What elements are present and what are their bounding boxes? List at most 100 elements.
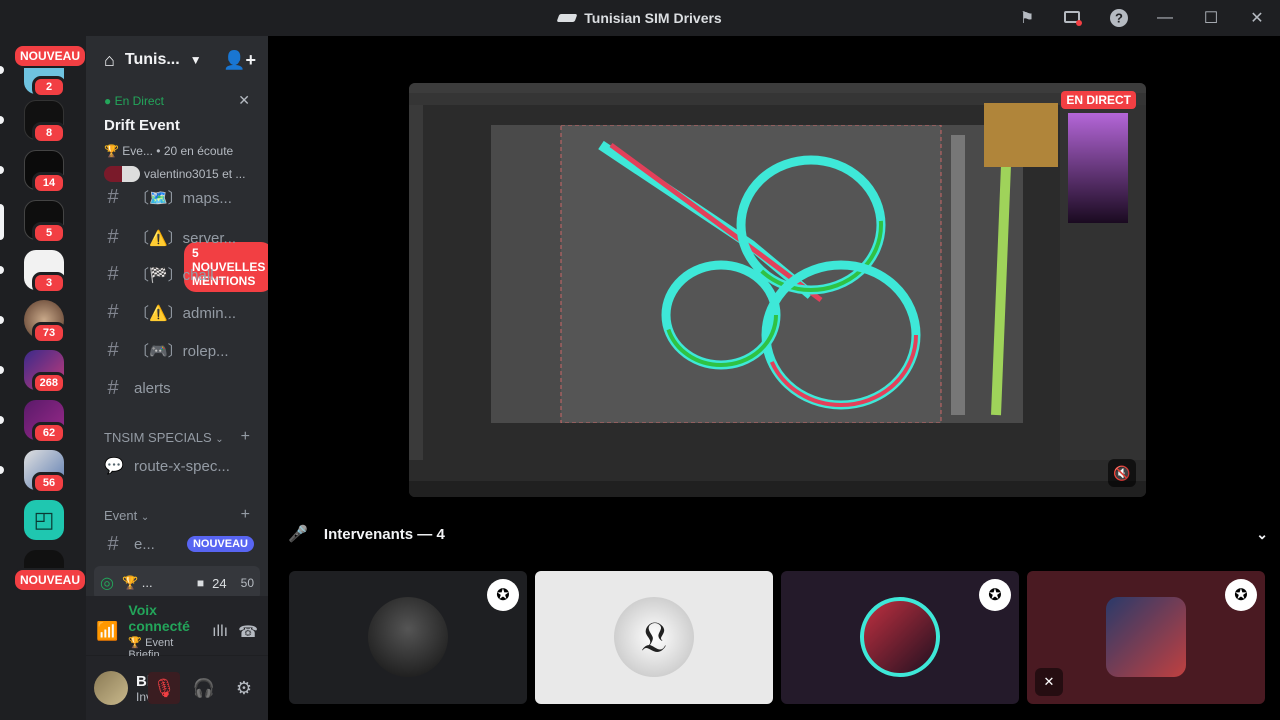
channel-label: route-x-spec... — [134, 457, 230, 475]
channel-alerts[interactable]: # alerts — [104, 372, 254, 404]
unread-indicator — [0, 416, 4, 424]
chevron-down-icon: ⌄ — [140, 511, 150, 523]
server-icon[interactable]: 8 — [24, 100, 66, 144]
channel-server[interactable]: # 〔⚠️〕server... — [104, 221, 254, 253]
unread-indicator — [0, 466, 4, 474]
mention-badge: 8 — [32, 122, 66, 144]
channel-event[interactable]: # e... NOUVEAU — [104, 528, 254, 560]
channel-label: 〔🏁〕chall... — [134, 266, 227, 284]
server-list: 2 NOUVEAU 8 14 5 3 73 268 62 56 ◰ NOUVEA… — [0, 36, 86, 720]
color-picker — [1068, 113, 1128, 223]
disconnect-icon[interactable]: ☎ — [238, 622, 258, 642]
server-icon[interactable]: 3 — [24, 250, 66, 294]
screen-share-icon[interactable] — [1050, 0, 1096, 36]
speaker-tile[interactable]: ✪ — [289, 571, 527, 704]
gear-icon[interactable]: ⚙ — [228, 672, 260, 704]
server-icon-active[interactable]: 5 — [24, 200, 66, 244]
channel-label: 〔🎮〕rolep... — [134, 342, 229, 360]
mention-badge: 56 — [32, 472, 66, 494]
mic-muted-icon[interactable]: 🎙 — [148, 672, 180, 704]
locked-hash-icon: # — [107, 376, 119, 399]
server-icon[interactable]: 73 — [24, 300, 66, 344]
voice-connection-panel: 📶 Voix connecté 🏆 Event Briefin... ıllı … — [86, 596, 268, 661]
listener-count: 50 — [240, 576, 254, 590]
stream-taskbar — [409, 481, 1146, 497]
server-icon[interactable]: 62 — [24, 400, 66, 444]
speaker-tile[interactable]: ✪ — [781, 571, 1019, 704]
channel-maps[interactable]: # 〔🗺️〕maps... — [104, 186, 254, 208]
mention-badge: 73 — [32, 322, 66, 344]
server-logo-icon — [556, 14, 578, 22]
locked-hash-icon: # — [107, 300, 119, 323]
server-icon[interactable]: 268 — [24, 350, 66, 394]
channel-label: 〔⚠️〕admin... — [134, 304, 237, 322]
add-channel-icon[interactable]: + — [241, 506, 250, 524]
server-icon[interactable]: ◰ — [24, 500, 64, 540]
channel-admin[interactable]: # 〔⚠️〕admin... — [104, 296, 254, 328]
unread-indicator — [0, 266, 4, 274]
event-title: Drift Event — [104, 117, 180, 134]
unread-indicator — [0, 366, 4, 374]
track-drawing — [560, 124, 1011, 424]
moderator-icon: ✪ — [979, 579, 1011, 611]
server-name: Tunis... — [124, 51, 180, 68]
category-label: Event — [104, 507, 138, 523]
speaker-avatar — [1106, 597, 1186, 677]
user-panel: Blac... Invisible 🎙 🎧 ⚙ — [86, 656, 268, 720]
speakers-label: Intervenants — 4 — [323, 525, 445, 543]
live-badge: EN DIRECT — [1061, 91, 1136, 109]
speaker-avatar — [860, 597, 940, 677]
microphone-icon: 🎤 — [288, 526, 308, 543]
home-icon: ⌂ — [104, 49, 115, 70]
new-channel-badge: NOUVEAU — [186, 536, 254, 552]
channel-challenges[interactable]: # 〔🏁〕chall... — [104, 258, 254, 290]
maximize-icon[interactable]: ☐ — [1188, 0, 1234, 36]
server-icon[interactable]: 56 — [24, 450, 66, 494]
new-badge[interactable]: NOUVEAU — [13, 568, 86, 592]
category-event[interactable]: Event ⌄ + — [104, 506, 250, 524]
speaker-tile[interactable]: 𝔏 — [535, 571, 773, 704]
stage-label: 🏆 ... — [121, 575, 153, 590]
window-title: Tunisian SIM Drivers — [556, 10, 722, 26]
category-tnsim-specials[interactable]: TNSIM SPECIALS ⌄ + — [104, 428, 250, 446]
screen-share-stream[interactable]: EN DIRECT 🔇 — [409, 83, 1146, 497]
live-status-text: En Direct — [114, 93, 164, 108]
close-icon[interactable]: ✕ — [238, 92, 250, 109]
add-channel-icon[interactable]: + — [241, 428, 250, 446]
speakers-header[interactable]: 🎤 Intervenants — 4 ⌄ — [288, 524, 1268, 544]
hash-icon: # — [107, 262, 119, 285]
forum-icon: 💬 — [104, 458, 124, 475]
mention-badge: 2 — [32, 76, 66, 98]
help-icon[interactable]: ? — [1096, 0, 1142, 36]
server-header[interactable]: ⌂ Tunis... ▼ 👤+ — [86, 36, 268, 84]
channel-label: alerts — [134, 379, 171, 397]
stage-icon: ◎ — [100, 575, 114, 592]
speaker-tile[interactable]: ✪ ✕ — [1027, 571, 1265, 704]
noise-suppression-icon[interactable]: ıllı — [212, 623, 228, 641]
stream-menubar — [409, 83, 1146, 93]
volume-muted-icon[interactable]: 🔇 — [1108, 459, 1136, 487]
title-bar: Tunisian SIM Drivers ⚑ ? — ☐ ✕ — [0, 0, 1280, 36]
add-member-icon[interactable]: 👤+ — [223, 50, 256, 71]
close-window-icon[interactable]: ✕ — [1234, 0, 1280, 36]
stage-channel[interactable]: ◎ 🏆 ... ■ 24 50 — [94, 566, 260, 600]
flag-icon[interactable]: ⚑ — [1004, 0, 1050, 36]
video-count: 24 — [212, 575, 227, 591]
user-status: Invisible — [136, 690, 179, 704]
stream-toolbar — [409, 105, 423, 460]
new-badge[interactable]: NOUVEAU — [13, 44, 86, 68]
chevron-down-icon[interactable]: ⌄ — [1256, 526, 1268, 543]
headphones-icon[interactable]: 🎧 — [188, 672, 220, 704]
live-event-card[interactable]: ● En Direct ✕ Drift Event 🏆 Eve... • 20 … — [86, 84, 268, 190]
channel-label: 〔⚠️〕server... — [134, 229, 237, 247]
mention-badge: 62 — [32, 422, 66, 444]
moderator-icon: ✪ — [487, 579, 519, 611]
minimize-icon[interactable]: — — [1142, 0, 1188, 36]
avatar[interactable] — [94, 671, 128, 705]
stream-canvas — [491, 124, 1023, 424]
channel-roleplay[interactable]: # 〔🎮〕rolep... — [104, 334, 254, 366]
server-icon[interactable]: 14 — [24, 150, 66, 194]
signal-icon[interactable]: 📶 — [96, 621, 118, 642]
channel-route-x[interactable]: 💬 route-x-spec... — [104, 450, 254, 482]
voice-status[interactable]: Voix connecté — [128, 602, 202, 634]
